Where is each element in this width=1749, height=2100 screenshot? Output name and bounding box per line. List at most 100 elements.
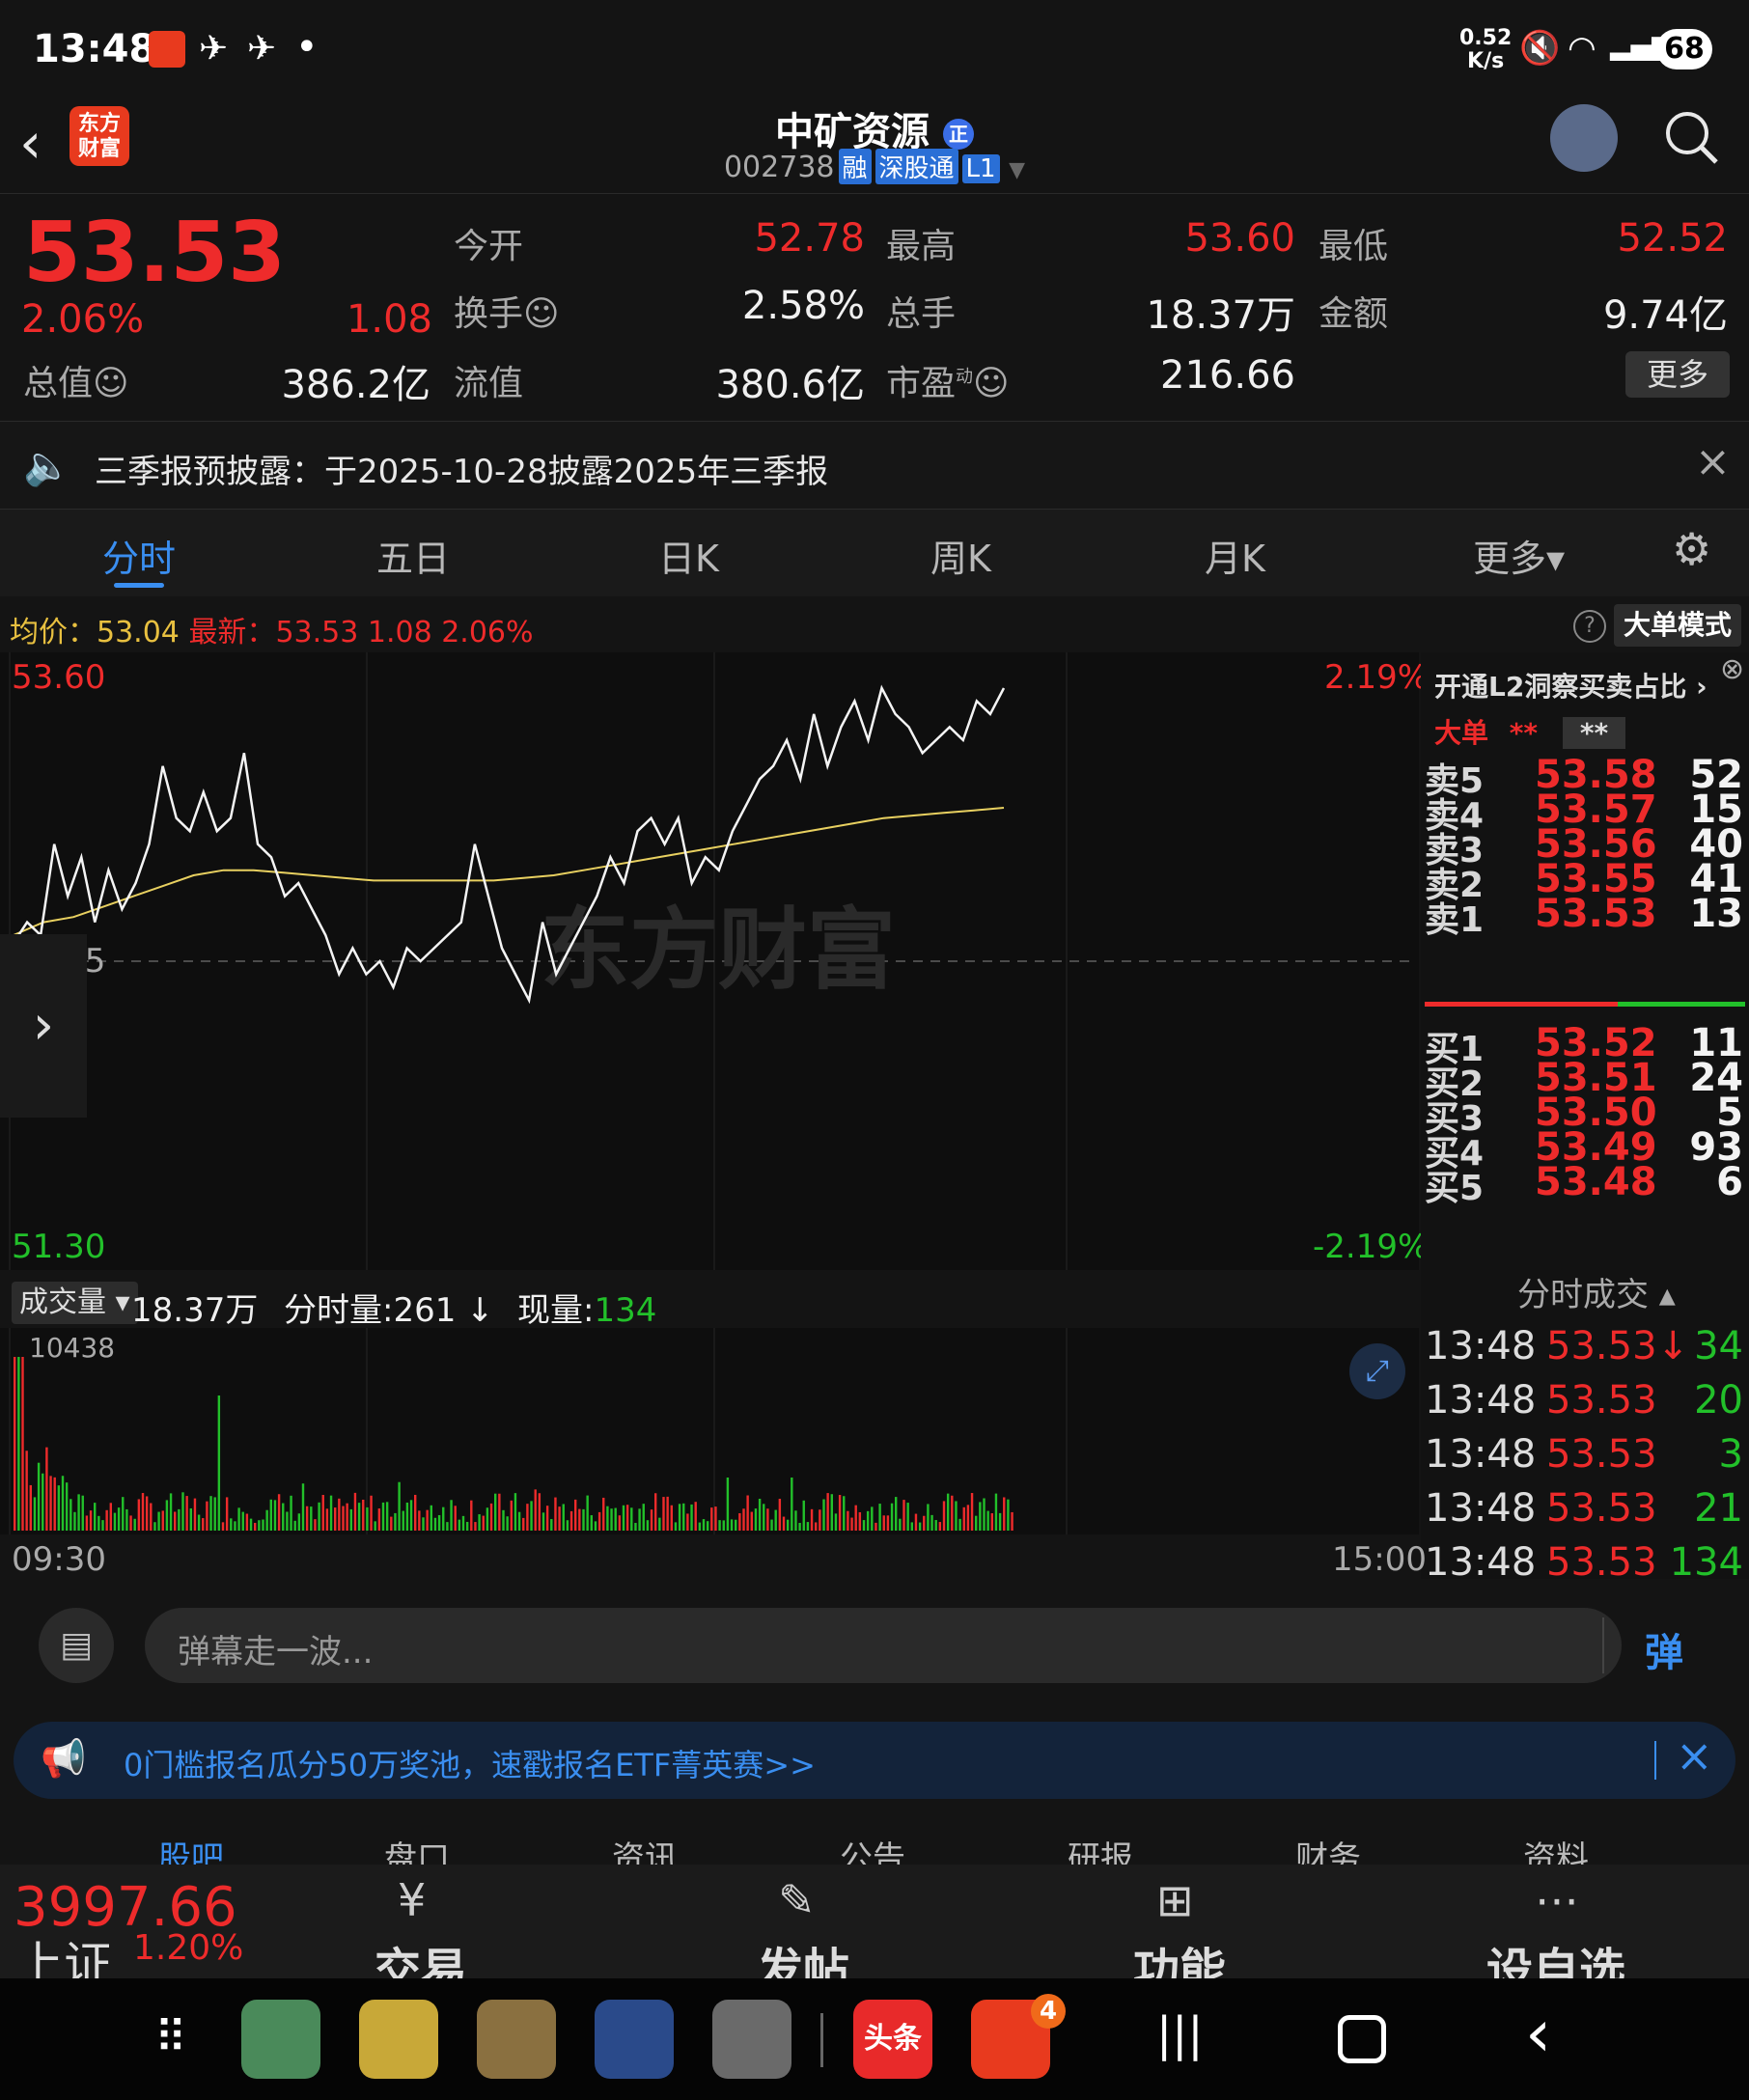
tab-five-day[interactable]: 五日 bbox=[376, 529, 450, 582]
level-label: 卖1 bbox=[1425, 900, 1485, 940]
pct-bottom-label: -2.19% bbox=[1313, 1228, 1430, 1266]
volume-bar bbox=[370, 1495, 373, 1531]
help-icon[interactable]: ? bbox=[1573, 610, 1606, 643]
volume-bar bbox=[530, 1501, 533, 1531]
tab-daily-k[interactable]: 日K bbox=[658, 529, 719, 582]
tab-guba[interactable]: 股吧 bbox=[158, 1832, 224, 1865]
volume-bar bbox=[650, 1509, 653, 1531]
tab-profile[interactable]: 资料 bbox=[1523, 1832, 1589, 1865]
search-icon[interactable] bbox=[1662, 108, 1720, 166]
volume-bar bbox=[430, 1505, 432, 1531]
volume-bar bbox=[682, 1503, 685, 1531]
amount-value: 9.74亿 bbox=[1602, 293, 1728, 338]
volume-bar bbox=[822, 1499, 825, 1531]
recents-icon[interactable]: ||| bbox=[1156, 2007, 1204, 2061]
system-nav-bar: ⠿ 头条 4 ||| ‹ bbox=[0, 1978, 1749, 2100]
tab-monthly-k[interactable]: 月K bbox=[1205, 529, 1265, 582]
send-danmaku-button[interactable]: 弹 bbox=[1645, 1621, 1683, 1677]
volume-bar bbox=[975, 1515, 978, 1531]
volume-bar bbox=[213, 1497, 216, 1531]
volume-bar bbox=[145, 1496, 149, 1531]
volume-bar bbox=[265, 1509, 268, 1531]
quote-panel: 53.53 2.06% 1.08 总值☺ 386.2亿 今开 52.78 换手☺… bbox=[0, 193, 1749, 419]
volume-bar bbox=[17, 1357, 20, 1531]
settings-gear-icon[interactable]: ⚙ bbox=[1672, 523, 1711, 575]
home-icon[interactable] bbox=[1338, 2015, 1386, 2063]
ask-ratio-bar bbox=[1425, 1002, 1618, 1007]
volume-bar bbox=[582, 1508, 585, 1531]
volume-bar bbox=[385, 1502, 389, 1531]
promo-banner[interactable]: 📢 0门槛报名瓜分50万奖池，速戳报名ETF菁英赛>> × bbox=[14, 1722, 1735, 1799]
volume-bar bbox=[942, 1501, 946, 1531]
volume-bar bbox=[834, 1513, 838, 1531]
level-volume: 13 bbox=[1689, 892, 1743, 936]
volume-indicator-select[interactable]: 成交量 ▾ bbox=[12, 1282, 138, 1324]
trade-row: 13:48 53.53 3 bbox=[1421, 1432, 1749, 1484]
volume-bar bbox=[686, 1513, 689, 1531]
volume-bar bbox=[506, 1516, 509, 1531]
tab-more[interactable]: 更多▾ bbox=[1473, 529, 1565, 582]
expand-panel-icon[interactable]: › bbox=[0, 934, 87, 1118]
trade-row: 13:48 53.53↓ 34 bbox=[1421, 1324, 1749, 1376]
more-button[interactable]: 更多 bbox=[1625, 351, 1730, 398]
trades-title[interactable]: 分时成交 ▴ bbox=[1517, 1268, 1676, 1315]
volume-bar bbox=[610, 1508, 613, 1531]
phone-app-icon[interactable] bbox=[241, 2000, 320, 2079]
volume-bar bbox=[666, 1496, 669, 1531]
big-order-mode-button[interactable]: 大单模式 bbox=[1614, 604, 1741, 647]
tab-announcements[interactable]: 公告 bbox=[840, 1832, 905, 1865]
camera-app-icon[interactable] bbox=[712, 2000, 791, 2079]
mktcap-label: 总值☺ bbox=[23, 364, 129, 403]
volume-bar bbox=[273, 1500, 277, 1531]
volume-bar bbox=[381, 1502, 385, 1531]
volume-bar bbox=[237, 1507, 240, 1531]
notice-bar[interactable]: 🔈 三季报预披露：于2025-10-28披露2025年三季报 × bbox=[0, 421, 1749, 510]
browser-app-icon[interactable] bbox=[477, 2000, 556, 2079]
volume-bar bbox=[314, 1519, 317, 1531]
volume-bar bbox=[990, 1513, 993, 1531]
volume-bar bbox=[843, 1496, 846, 1531]
toutiao-app-icon[interactable]: 头条 bbox=[853, 2000, 932, 2079]
volume-bar bbox=[554, 1497, 557, 1531]
volume-bar bbox=[1011, 1511, 1013, 1531]
volume-bar bbox=[366, 1506, 369, 1531]
volume-bar bbox=[858, 1511, 862, 1531]
ask-row[interactable]: 卖1 53.53 13 bbox=[1421, 892, 1749, 940]
volume-bar bbox=[461, 1515, 465, 1531]
volume-bar bbox=[465, 1521, 469, 1531]
nav-back-icon[interactable]: ‹ bbox=[1525, 1996, 1551, 2072]
l2-upsell-link[interactable]: 开通L2洞察买卖占比 › bbox=[1434, 666, 1707, 705]
stock-code-line[interactable]: 002738 融深股通 L1 ▼ bbox=[0, 149, 1749, 184]
intraday-chart[interactable]: 东方财富 53.60 52.45 51.30 2.19% -2.19% › bbox=[0, 652, 1429, 1270]
tab-intraday[interactable]: 分时 bbox=[102, 529, 176, 582]
volume-bar bbox=[590, 1515, 593, 1531]
tab-news[interactable]: 资讯 bbox=[612, 1832, 678, 1865]
volume-bar bbox=[654, 1493, 657, 1531]
volume-chart[interactable]: 10438 ⤢ bbox=[0, 1328, 1419, 1534]
volume-bar bbox=[938, 1522, 942, 1531]
turnover-label: 换手☺ bbox=[454, 294, 560, 334]
danmaku-input[interactable]: 弹幕走一波... 弹 bbox=[145, 1608, 1683, 1683]
tab-weekly-k[interactable]: 周K bbox=[930, 529, 991, 582]
danmaku-toggle-icon[interactable]: ▤ bbox=[39, 1608, 114, 1683]
tab-research[interactable]: 研报 bbox=[1068, 1832, 1133, 1865]
volume-bar bbox=[606, 1506, 609, 1531]
volume-bar bbox=[746, 1495, 749, 1531]
fullscreen-icon[interactable]: ⤢ bbox=[1349, 1343, 1405, 1399]
volume-header: 成交量 ▾ 18.37万 分时量:261 ↓ 现量:134 bbox=[0, 1274, 1419, 1330]
bid-row[interactable]: 买5 53.48 6 bbox=[1421, 1160, 1749, 1208]
network-speed: 0.52 K/s bbox=[1459, 26, 1513, 73]
volume-bar bbox=[310, 1506, 313, 1531]
promo-close-icon[interactable]: × bbox=[1676, 1729, 1713, 1782]
gallery-app-icon[interactable] bbox=[595, 2000, 674, 2079]
tab-finance[interactable]: 财务 bbox=[1295, 1832, 1361, 1865]
robot-assistant-icon[interactable] bbox=[1550, 104, 1618, 172]
close-icon[interactable]: × bbox=[1695, 437, 1731, 486]
messages-app-icon[interactable] bbox=[359, 2000, 438, 2079]
tab-pankou[interactable]: 盘口 bbox=[384, 1832, 450, 1865]
app-drawer-icon[interactable]: ⠿ bbox=[154, 2011, 187, 2063]
volume-bar bbox=[189, 1507, 192, 1531]
volume-bar bbox=[437, 1514, 441, 1531]
order-book-close-icon[interactable]: ⊗ bbox=[1720, 652, 1744, 686]
big-order-row: 大单 ** ** bbox=[1434, 712, 1626, 751]
